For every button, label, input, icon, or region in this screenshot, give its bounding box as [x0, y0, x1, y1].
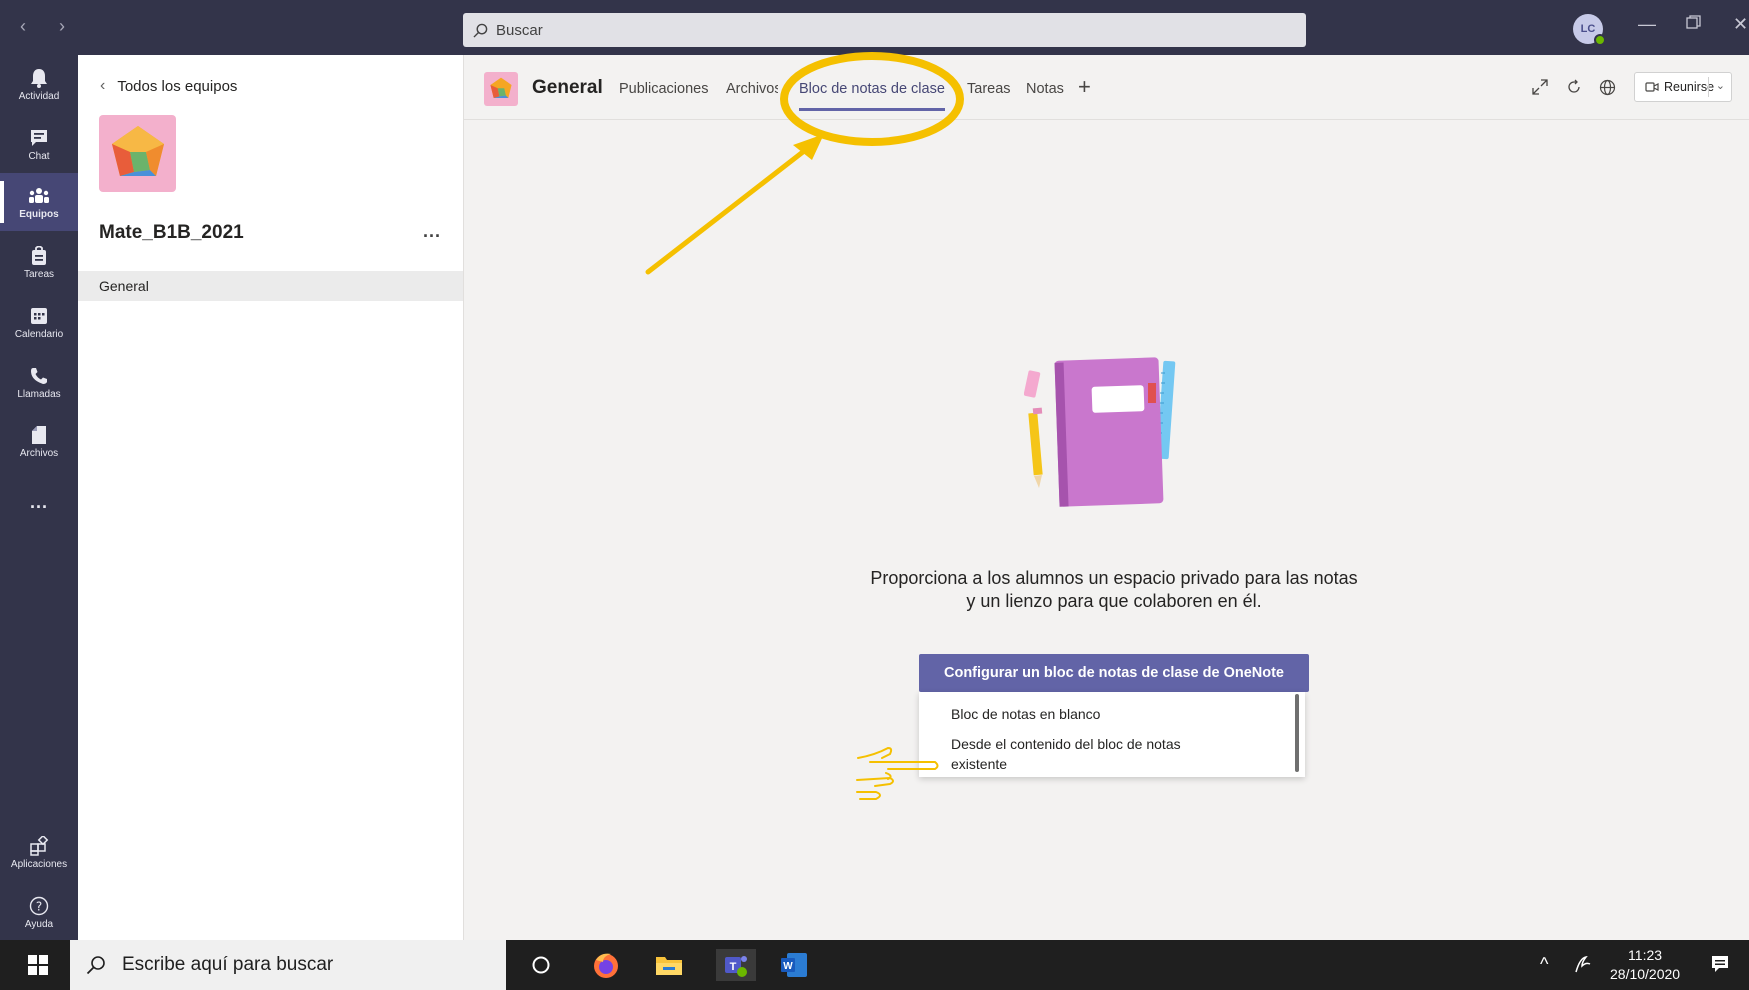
teams-icon	[28, 185, 50, 207]
rail-label: Actividad	[18, 90, 60, 102]
back-label: Todos los equipos	[117, 77, 238, 95]
chevron-up-icon[interactable]: ^	[1540, 954, 1548, 975]
channel-title: General	[532, 77, 603, 98]
assignments-icon	[28, 245, 50, 267]
svg-text:T: T	[730, 961, 737, 973]
files-icon	[28, 424, 50, 446]
more-icon: ...	[29, 491, 48, 512]
team-more-options-button[interactable]: ...	[423, 221, 441, 242]
help-icon: ?	[28, 895, 50, 917]
search-input[interactable]: Buscar	[463, 13, 1306, 47]
promo-line-2: y un lienzo para que colaboren en él.	[966, 591, 1262, 611]
cortana-icon[interactable]	[525, 949, 557, 981]
meet-now-button[interactable]: Reunirse ⌄	[1634, 72, 1732, 102]
svg-text:?: ?	[36, 899, 42, 913]
windows-logo-icon	[28, 955, 48, 975]
presence-badge	[1594, 34, 1606, 46]
svg-text:W: W	[783, 961, 793, 972]
phone-icon	[28, 365, 50, 387]
clock-time: 11:23	[1628, 947, 1663, 963]
divider	[1708, 77, 1709, 97]
rail-label: Archivos	[19, 447, 59, 459]
menu-scrollbar[interactable]	[1295, 694, 1299, 772]
rail-label: Aplicaciones	[10, 858, 68, 870]
rail-item-tareas[interactable]: Tareas	[0, 233, 78, 291]
rail-label: Tareas	[23, 268, 54, 280]
search-placeholder: Buscar	[496, 21, 543, 39]
promo-text: Proporciona a los alumnos un espacio pri…	[764, 567, 1464, 613]
channel-item-general[interactable]: General	[78, 271, 463, 301]
search-icon	[86, 956, 105, 975]
tab-notas[interactable]: Notas	[1026, 81, 1064, 97]
team-logo	[99, 115, 176, 192]
chevron-left-icon: ‹	[100, 77, 106, 94]
taskbar-search-placeholder: Escribe aquí para buscar	[122, 954, 334, 975]
video-camera-icon	[1645, 82, 1659, 92]
tab-bloc-de-notas-de-clase[interactable]: Bloc de notas de clase	[799, 81, 945, 111]
app-rail: Actividad Chat Equipos Tareas Calendario…	[0, 55, 78, 940]
rail-item-equipos[interactable]: Equipos	[0, 173, 78, 231]
clock-date: 28/10/2020	[1610, 966, 1681, 982]
add-tab-button[interactable]: +	[1078, 74, 1091, 100]
channel-team-logo	[484, 72, 518, 106]
tab-tareas[interactable]: Tareas	[967, 81, 1011, 97]
main-content: General Publicaciones Archivos Bloc de n…	[464, 55, 1749, 940]
rail-item-archivos[interactable]: Archivos	[0, 412, 78, 470]
tab-archivos[interactable]: Archivos	[726, 81, 778, 97]
rail-item-calendario[interactable]: Calendario	[0, 293, 78, 351]
menu-item-blank-notebook[interactable]: Bloc de notas en blanco	[951, 704, 1100, 724]
history-nav[interactable]: ‹ ›	[20, 16, 79, 37]
promo-line-1: Proporciona a los alumnos un espacio pri…	[870, 568, 1358, 588]
word-icon[interactable]: W	[778, 949, 810, 981]
refresh-icon[interactable]	[1566, 79, 1582, 100]
back-to-teams-link[interactable]: ‹ Todos los equipos	[100, 77, 237, 95]
rail-item-actividad[interactable]: Actividad	[0, 55, 78, 113]
expand-icon[interactable]	[1532, 79, 1548, 100]
notebook-options-menu: Bloc de notas en blanco Desde el conteni…	[919, 692, 1305, 777]
meet-label: Reunirse	[1664, 80, 1715, 94]
globe-icon[interactable]	[1599, 79, 1616, 101]
avatar[interactable]: LC	[1573, 14, 1606, 46]
windows-taskbar: Escribe aquí para buscar T W ^ 11:23 28/…	[0, 940, 1749, 990]
taskbar-clock[interactable]: 11:23 28/10/2020	[1610, 946, 1680, 984]
more-apps-button[interactable]: ...	[0, 473, 78, 531]
menu-item-from-existing[interactable]: Desde el contenido del bloc de notas exi…	[951, 734, 1211, 774]
title-bar: ‹ › Buscar LC — ✕	[0, 0, 1749, 55]
rail-label: Chat	[28, 150, 50, 162]
pen-icon[interactable]	[1572, 954, 1594, 981]
close-button[interactable]: ✕	[1733, 14, 1748, 35]
rail-label: Llamadas	[17, 388, 61, 400]
rail-label: Ayuda	[24, 918, 54, 930]
rail-label: Equipos	[19, 208, 59, 220]
rail-item-ayuda[interactable]: ? Ayuda	[0, 883, 78, 941]
rail-label: Calendario	[14, 328, 64, 340]
firefox-icon[interactable]	[590, 949, 622, 981]
rail-item-aplicaciones[interactable]: Aplicaciones	[0, 823, 78, 881]
minimize-button[interactable]: —	[1638, 14, 1656, 35]
chat-icon	[28, 127, 50, 149]
rail-item-llamadas[interactable]: Llamadas	[0, 353, 78, 411]
team-panel: ‹ Todos los equipos Mate_B1B_2021 ... Ge…	[78, 55, 464, 940]
teams-taskbar-icon[interactable]: T	[716, 949, 756, 981]
rail-item-chat[interactable]: Chat	[0, 115, 78, 173]
file-explorer-icon[interactable]	[653, 949, 685, 981]
taskbar-search-input[interactable]: Escribe aquí para buscar	[70, 940, 506, 990]
tab-publicaciones[interactable]: Publicaciones	[619, 81, 708, 97]
search-icon	[473, 23, 488, 38]
team-name: Mate_B1B_2021	[99, 222, 244, 243]
setup-onenote-notebook-button[interactable]: Configurar un bloc de notas de clase de …	[919, 654, 1309, 692]
restore-button[interactable]	[1686, 14, 1701, 35]
avatar-initials: LC	[1580, 23, 1596, 35]
notification-center-icon[interactable]	[1710, 954, 1730, 979]
channel-tab-bar: General Publicaciones Archivos Bloc de n…	[464, 55, 1749, 120]
chevron-down-icon[interactable]: ⌄	[1716, 79, 1725, 92]
windows-start-button[interactable]	[22, 949, 54, 981]
calendar-icon	[28, 305, 50, 327]
bell-icon	[28, 67, 50, 89]
apps-icon	[28, 835, 50, 857]
notebook-illustration	[1024, 357, 1176, 507]
